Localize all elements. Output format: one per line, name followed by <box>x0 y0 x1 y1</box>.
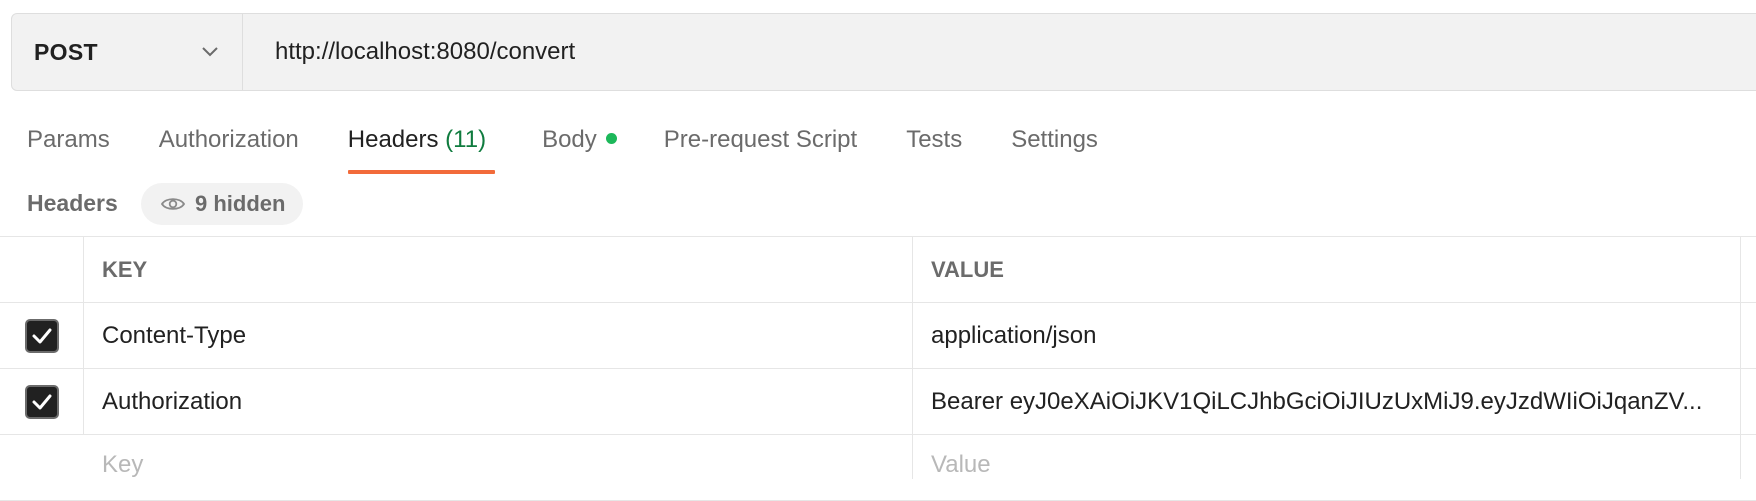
table-header-row: KEY VALUE <box>0 237 1756 303</box>
headers-table: KEY VALUE Content-Type application/json … <box>0 236 1756 501</box>
headers-section-title: Headers <box>27 190 118 216</box>
row-checkbox[interactable] <box>24 384 59 419</box>
tab-tests[interactable]: Tests <box>906 112 962 174</box>
tab-label: Params <box>27 126 110 153</box>
header-value-text: application/json <box>931 321 1097 349</box>
tab-label: Settings <box>1011 126 1098 153</box>
tab-label: Headers <box>347 126 439 153</box>
header-key-cell[interactable]: Content-Type <box>84 303 913 368</box>
chevron-down-icon <box>200 42 220 62</box>
value-column-header: VALUE <box>913 237 1741 302</box>
check-icon <box>32 328 51 343</box>
tab-pre-request-script[interactable]: Pre-request Script <box>664 112 857 174</box>
tab-headers[interactable]: Headers (11) <box>347 112 496 174</box>
row-checkbox-cell <box>0 303 84 368</box>
tab-label: Authorization <box>158 126 299 153</box>
tab-authorization[interactable]: Authorization <box>159 112 299 174</box>
request-url-bar: POST <box>11 13 1756 91</box>
table-row: Content-Type application/json <box>0 303 1756 369</box>
tab-label: Body <box>542 126 597 153</box>
hidden-count-label: 9 hidden <box>195 191 286 216</box>
row-checkbox[interactable] <box>24 318 59 353</box>
new-value-placeholder: Value <box>931 451 991 478</box>
tab-count: (11) <box>445 126 487 153</box>
tab-label: Pre-request Script <box>663 126 858 153</box>
hidden-headers-toggle[interactable]: 9 hidden <box>141 183 304 225</box>
method-select[interactable]: POST <box>12 14 243 90</box>
tab-params[interactable]: Params <box>27 112 110 174</box>
new-header-row: Key Value <box>0 435 1756 501</box>
method-label: POST <box>34 38 98 65</box>
tab-label: Tests <box>906 126 963 153</box>
new-value-input[interactable]: Value <box>913 435 1741 479</box>
dot-icon <box>605 133 617 144</box>
header-value-cell[interactable]: Bearer eyJ0eXAiOiJKV1QiLCJhbGciOiJIUzUxM… <box>913 369 1741 434</box>
value-column-header-label: VALUE <box>931 256 1004 282</box>
header-key-cell[interactable]: Authorization <box>84 369 913 434</box>
checkbox-column-header <box>0 237 84 302</box>
tab-settings[interactable]: Settings <box>1011 112 1098 174</box>
tab-body[interactable]: Body <box>542 112 617 174</box>
new-key-input[interactable]: Key <box>84 435 913 479</box>
table-row: Authorization Bearer eyJ0eXAiOiJKV1QiLCJ… <box>0 369 1756 435</box>
key-column-header: KEY <box>84 237 913 302</box>
header-value-cell[interactable]: application/json <box>913 303 1741 368</box>
check-icon <box>32 394 51 409</box>
header-value-text: Bearer eyJ0eXAiOiJKV1QiLCJhbGciOiJIUzUxM… <box>931 387 1703 415</box>
eye-icon <box>161 192 185 216</box>
row-checkbox-cell <box>0 369 84 434</box>
request-tabs: Params Authorization Headers (11) Body P… <box>0 112 1098 174</box>
url-input[interactable] <box>243 14 1756 90</box>
